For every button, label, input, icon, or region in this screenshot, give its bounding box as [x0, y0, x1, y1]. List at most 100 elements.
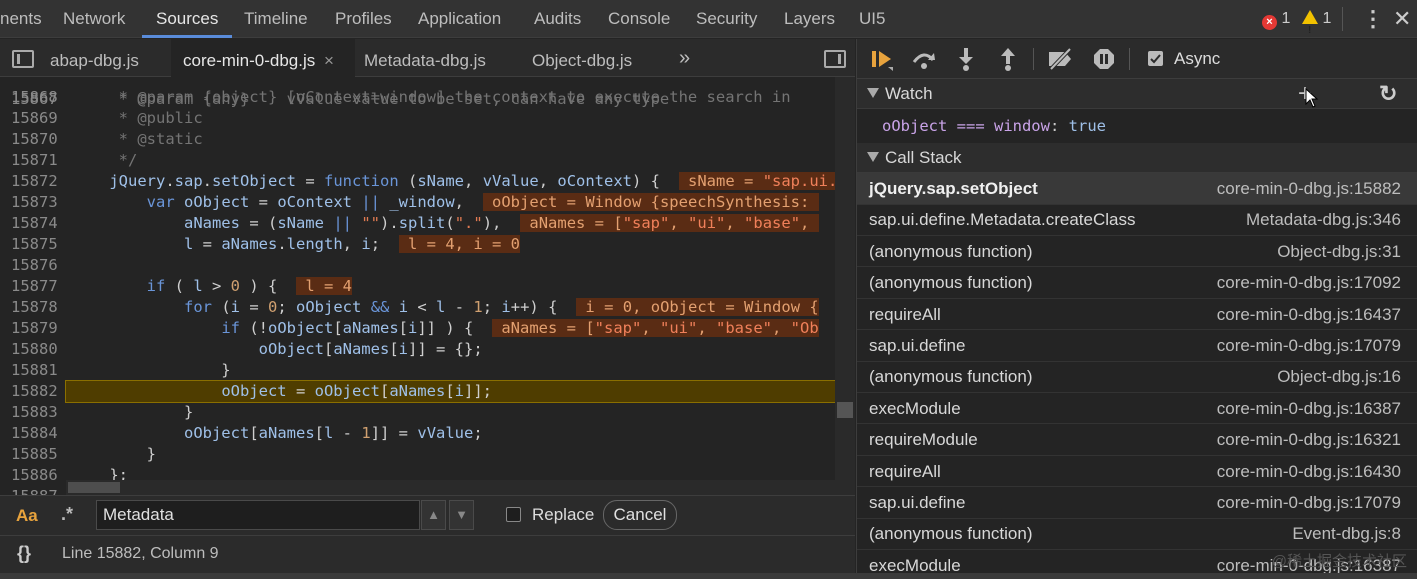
frame-location: Object-dbg.js:31 [1277, 241, 1401, 261]
callstack-header[interactable]: Call Stack [857, 143, 1417, 173]
debugger-sidebar: Async Watch + ↻ oObject === window: true… [856, 39, 1417, 575]
tab-profiles[interactable]: Profiles [335, 0, 392, 38]
async-checkbox[interactable] [1148, 51, 1163, 66]
horizontal-scroll-thumb[interactable] [68, 482, 120, 493]
watch-expression[interactable]: oObject === window: true [857, 110, 1417, 142]
tab-ui5[interactable]: UI5 [859, 0, 885, 38]
code-editor[interactable]: 15867 * @param {any} vValue value to be … [0, 77, 855, 495]
error-counter[interactable]: × 1 [1262, 0, 1290, 38]
callstack-frame[interactable]: requireAll core-min-0-dbg.js:16437 [857, 299, 1417, 331]
code-line: 15881 } [11, 361, 231, 379]
frame-function-name: requireAll [869, 461, 941, 481]
frame-location: core-min-0-dbg.js:16321 [1216, 430, 1401, 450]
warning-count: 1 [1322, 10, 1332, 27]
expand-triangle-icon [867, 152, 879, 162]
callstack-frame[interactable]: (anonymous function) core-min-0-dbg.js:17… [857, 267, 1417, 299]
callstack-frame[interactable]: (anonymous function) Object-dbg.js:16 [857, 361, 1417, 393]
code-line-current: 15882 oObject = oObject[aNames[i]]; [0, 380, 855, 403]
editor-tab-bar: abap-dbg.js core-min-0-dbg.js × Metadata… [0, 39, 855, 77]
more-menu-icon[interactable]: ⋮ [1362, 0, 1384, 38]
deactivate-breakpoints-icon[interactable] [1046, 47, 1076, 73]
tab-application[interactable]: Application [418, 0, 501, 38]
error-icon: × [1262, 15, 1277, 30]
tab-console[interactable]: Console [608, 0, 670, 38]
vertical-scroll-thumb[interactable] [837, 402, 853, 418]
close-tab-icon[interactable]: × [324, 51, 334, 70]
frame-location: Metadata-dbg.js:346 [1246, 210, 1401, 230]
file-tab-metadata-dbg[interactable]: Metadata-dbg.js [364, 39, 486, 77]
search-prev-button[interactable]: ▲ [421, 500, 446, 530]
file-tab-core-min[interactable]: core-min-0-dbg.js × [171, 39, 355, 77]
frame-location: core-min-0-dbg.js:16430 [1216, 461, 1401, 481]
tab-security[interactable]: Security [696, 0, 757, 38]
frame-function-name: sap.ui.define [869, 336, 966, 355]
code-line: 15878 for (i = 0; oObject && i < l - 1; … [11, 298, 819, 316]
frame-location: core-min-0-dbg.js:17092 [1216, 273, 1401, 293]
search-next-button[interactable]: ▼ [449, 500, 474, 530]
callstack-frame[interactable]: sap.ui.define.Metadata.createClass Metada… [857, 204, 1417, 236]
frame-function-name: (anonymous function) [869, 524, 1033, 544]
code-line: 15880 oObject[aNames[i]] = {}; [11, 340, 483, 358]
tab-layers[interactable]: Layers [784, 0, 835, 38]
warning-counter[interactable]: ! 1 [1302, 0, 1331, 38]
code-line: 15868 * @param {object} [oContext=window… [11, 88, 791, 106]
regex-toggle[interactable]: .* [61, 504, 73, 525]
toggle-navigator-icon[interactable] [12, 50, 34, 68]
close-devtools-icon[interactable]: ✕ [1393, 0, 1411, 38]
frame-location: Object-dbg.js:16 [1277, 367, 1401, 387]
code-line: 15875 l = aNames.length, i; l = 4, i = 0 [11, 235, 521, 253]
tab-timeline[interactable]: Timeline [244, 0, 308, 38]
step-over-icon[interactable] [910, 47, 938, 73]
frame-function-name: sap.ui.define [869, 493, 966, 512]
step-into-icon[interactable] [955, 47, 977, 73]
cursor-position: Line 15882, Column 9 [62, 545, 219, 562]
more-tabs-icon[interactable]: » [679, 39, 690, 77]
callstack-frame[interactable]: requireModule core-min-0-dbg.js:16321 [857, 424, 1417, 456]
callstack-frame[interactable]: sap.ui.define core-min-0-dbg.js:17079 [857, 330, 1417, 362]
search-input[interactable]: Metadata [96, 500, 420, 530]
frame-function-name: jQuery.sap.setObject [869, 179, 1038, 198]
error-count: 1 [1281, 10, 1291, 27]
frame-function-name: (anonymous function) [869, 273, 1033, 293]
tab-elements[interactable]: nents [0, 0, 42, 38]
frame-function-name: execModule [869, 398, 961, 418]
tab-sources[interactable]: Sources [142, 0, 233, 38]
pretty-print-icon[interactable]: {} [17, 543, 31, 564]
resume-icon[interactable] [869, 47, 895, 73]
callstack-frame[interactable]: execModule core-min-0-dbg.js:16387 [857, 393, 1417, 425]
code-line: 15885 } [11, 445, 156, 463]
code-line: 15871 */ [11, 151, 138, 169]
replace-label: Replace [532, 505, 595, 524]
divider [1129, 48, 1130, 70]
code-line: 15879 if (!oObject[aNames[i]] ) { aNames… [11, 319, 819, 337]
code-line: 15876 [11, 256, 58, 274]
frame-function-name: sap.ui.define.Metadata.createClass [869, 210, 1136, 230]
frame-function-name: requireAll [869, 304, 941, 324]
refresh-watch-icon[interactable]: ↻ [1379, 79, 1397, 109]
file-tab-abap-dbg[interactable]: abap-dbg.js [38, 39, 151, 77]
code-line: 15869 * @public [11, 109, 203, 127]
tab-audits[interactable]: Audits [534, 0, 581, 38]
file-tab-object-dbg[interactable]: Object-dbg.js [532, 39, 632, 77]
vertical-scrollbar[interactable] [835, 77, 855, 495]
replace-checkbox[interactable] [506, 507, 521, 522]
code-line: 15874 aNames = (sName || "").split("."),… [11, 214, 819, 232]
callstack-frame[interactable]: jQuery.sap.setObject core-min-0-dbg.js:15… [857, 173, 1417, 205]
frame-location: core-min-0-dbg.js:17079 [1216, 493, 1401, 512]
callstack-frame[interactable]: (anonymous function) Object-dbg.js:31 [857, 236, 1417, 268]
toggle-debugger-icon[interactable] [824, 50, 846, 68]
pause-on-exceptions-icon[interactable] [1091, 47, 1117, 73]
code-line: 15873 var oObject = oContext || _window,… [11, 193, 819, 211]
editor-status-bar: {} Line 15882, Column 9 [0, 535, 855, 573]
horizontal-scrollbar[interactable] [66, 480, 835, 495]
callstack-frame[interactable]: sap.ui.define core-min-0-dbg.js:17079 [857, 487, 1417, 519]
cancel-button[interactable]: Cancel [603, 500, 677, 530]
match-case-toggle[interactable]: Aa [16, 506, 38, 526]
step-out-icon[interactable] [997, 47, 1019, 73]
watch-header[interactable]: Watch + ↻ [857, 79, 1417, 109]
callstack-frame[interactable]: requireAll core-min-0-dbg.js:16430 [857, 456, 1417, 488]
divider [1033, 48, 1034, 70]
frame-location: Event-dbg.js:8 [1292, 524, 1401, 544]
tab-network[interactable]: Network [63, 0, 125, 38]
callstack-frame[interactable]: (anonymous function) Event-dbg.js:8 [857, 518, 1417, 550]
